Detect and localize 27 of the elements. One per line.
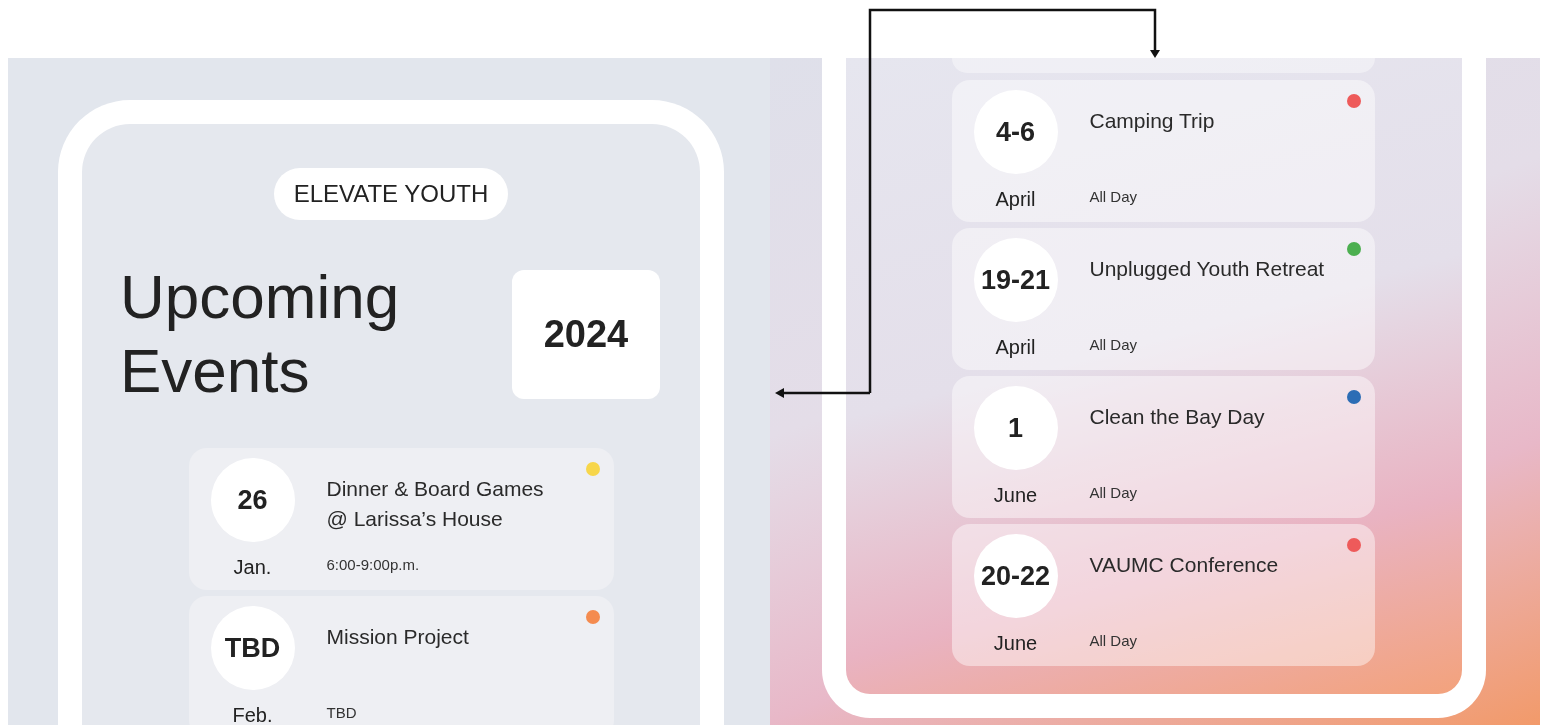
- event-month: June: [993, 631, 1038, 656]
- event-card[interactable]: TBD Feb. Mission Project TBD: [188, 596, 614, 725]
- event-month: Feb.: [232, 703, 273, 725]
- event-month: April: [995, 335, 1036, 360]
- event-title: Clean the Bay Day: [1089, 404, 1266, 430]
- event-card[interactable]: 20-22 June VAUMC Conference All Day: [951, 524, 1375, 666]
- event-card[interactable]: 4-6 April Camping Trip All Day: [951, 80, 1375, 222]
- year-box: 2024: [512, 269, 660, 399]
- event-time: 6:00-9:00p.m.: [326, 554, 421, 575]
- event-title: Dinner & Board Games @ Larissa’s House: [326, 476, 545, 532]
- event-title: Camping Trip: [1089, 108, 1216, 134]
- event-month: Jan.: [233, 555, 272, 580]
- event-title: VAUMC Conference: [1089, 552, 1280, 578]
- event-time: TBD: [326, 702, 358, 723]
- event-time: All Day: [1089, 334, 1138, 355]
- event-month: April: [995, 187, 1036, 212]
- event-time: All Day: [1089, 482, 1138, 503]
- event-time: All Day: [1089, 630, 1138, 651]
- event-card[interactable]: 26 Jan. Dinner & Board Games @ Larissa’s House 6:00-9:00p.m.: [188, 448, 614, 590]
- event-card[interactable]: 1 June Clean the Bay Day All Day: [951, 376, 1375, 518]
- event-time: All Day: [1089, 186, 1138, 207]
- brand-badge: ELEVATE YOUTH: [273, 168, 509, 220]
- event-title: Unplugged Youth Retreat: [1089, 256, 1326, 282]
- event-month: June: [993, 483, 1038, 508]
- event-title: Mission Project: [326, 624, 470, 650]
- page-heading: Upcoming Events: [120, 261, 400, 407]
- event-card[interactable]: 19-21 April Unplugged Youth Retreat All Day: [951, 228, 1375, 370]
